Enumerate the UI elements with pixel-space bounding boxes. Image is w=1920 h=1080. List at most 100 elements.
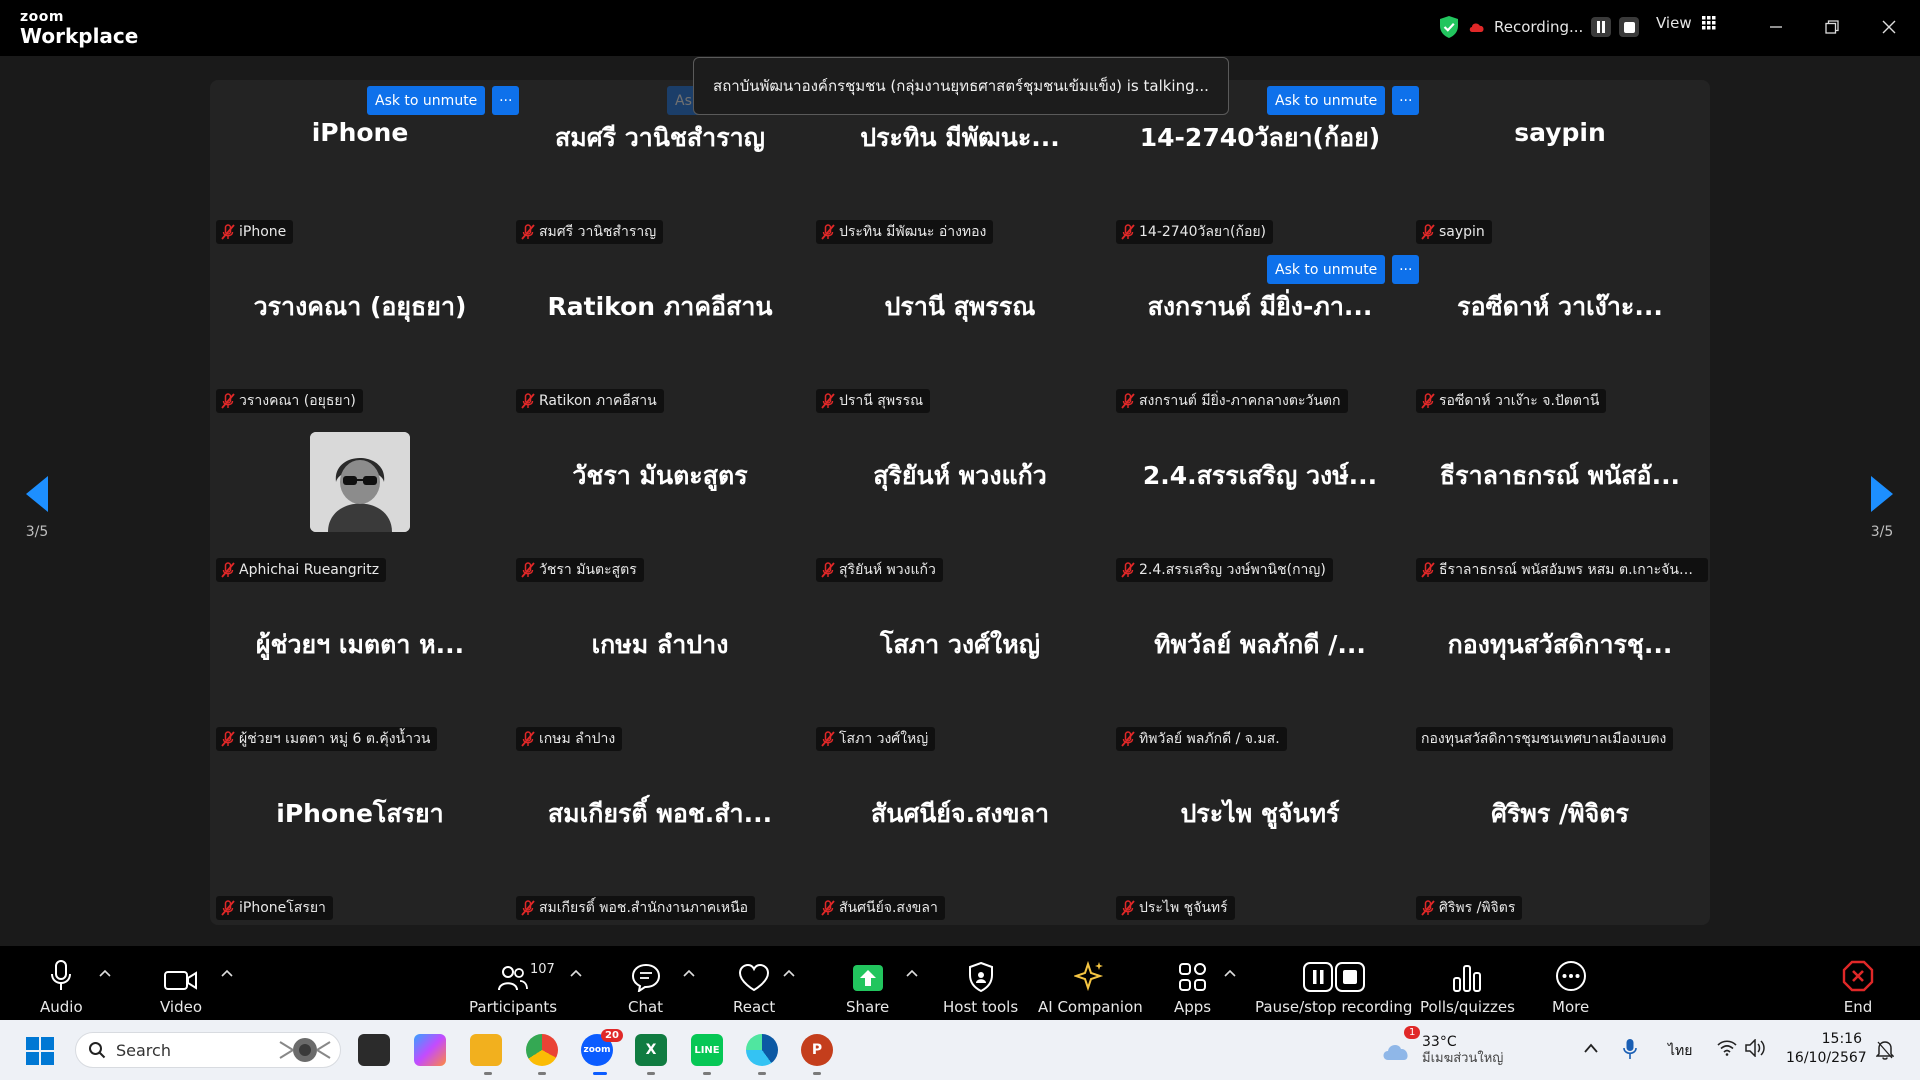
participant-tile[interactable]: ปรานี สุพรรณ ปรานี สุพรรณ xyxy=(810,249,1110,418)
excel-icon[interactable]: X xyxy=(635,1034,667,1066)
cloud-recording-icon xyxy=(1469,23,1484,32)
participant-tile[interactable]: ประไพ ชูจันทร์ ประไพ ชูจันทร์ xyxy=(1110,756,1410,925)
powerpoint-icon[interactable]: P xyxy=(801,1034,833,1066)
ask-to-unmute-group: Ask to unmute ··· xyxy=(367,86,520,115)
participant-name: สันศนีย์จ.สงขลา xyxy=(839,900,938,916)
file-explorer-icon[interactable] xyxy=(470,1034,502,1066)
participant-display-name: iPhone xyxy=(311,118,409,147)
participant-tile[interactable]: เกษม ลำปาง เกษม ลำปาง xyxy=(510,587,810,756)
participant-display-name: วรางคณา (อยุธยา) xyxy=(253,292,467,321)
participant-tile[interactable]: 2.4.สรรเสริญ วงษ์... 2.4.สรรเสริญ วงษ์พาน… xyxy=(1110,418,1410,587)
minimize-button[interactable] xyxy=(1761,12,1791,42)
running-indicator xyxy=(484,1072,492,1075)
video-options-chevron-up-icon[interactable] xyxy=(220,968,234,978)
participant-name: saypin xyxy=(1439,224,1485,240)
meeting-toolbar: Audio Video Participants 107 Chat React … xyxy=(0,946,1920,1020)
participant-display-name: โสภา วงศ์ใหญ่ xyxy=(879,630,1040,659)
participant-tile[interactable]: กองทุนสวัสดิการชุ... กองทุนสวัสดิการชุมชน… xyxy=(1410,587,1710,756)
taskbar-search-input[interactable]: Search xyxy=(75,1032,341,1068)
participant-tile[interactable]: วัชรา มันตะสูตร วัชรา มันตะสูตร xyxy=(510,418,810,587)
sparkle-icon xyxy=(1074,960,1104,992)
share-button[interactable]: Share xyxy=(846,956,889,1016)
speaker-volume-icon[interactable] xyxy=(1745,1039,1767,1057)
system-clock[interactable]: 15:16 16/10/2567 xyxy=(1786,1030,1867,1068)
participant-name: ประไพ ชูจันทร์ xyxy=(1139,900,1228,916)
participant-tile[interactable]: Aphichai Rueangritz xyxy=(210,418,510,587)
title-bar: zoom Workplace Recording... View xyxy=(0,0,1920,56)
more-options-button[interactable]: ··· xyxy=(492,86,520,115)
chevron-up-icon[interactable] xyxy=(1583,1042,1599,1054)
participant-tile[interactable]: ศิริพร /พิจิตร ศิริพร /พิจิตร xyxy=(1410,756,1710,925)
host-tools-button[interactable]: Host tools xyxy=(943,956,1018,1016)
zoom-app-icon[interactable]: zoom 20 xyxy=(581,1029,623,1066)
chat-options-chevron-up-icon[interactable] xyxy=(682,968,696,978)
edge-icon[interactable] xyxy=(746,1034,778,1066)
pause-recording-button[interactable] xyxy=(1591,17,1612,37)
next-page-button[interactable]: 3/5 xyxy=(1857,476,1907,540)
participant-tile[interactable]: ทิพวัลย์ พลภักดี /... ทิพวัลย์ พลภักดี / … xyxy=(1110,587,1410,756)
audio-button[interactable]: Audio xyxy=(40,956,83,1016)
pause-icon xyxy=(1597,21,1606,33)
participant-tile[interactable]: สมเกียรติ์ พอช.สำ... สมเกียรติ์ พอช.สำนัก… xyxy=(510,756,810,925)
chrome-icon[interactable] xyxy=(526,1034,558,1066)
chat-bubble-icon xyxy=(631,963,660,992)
apps-options-chevron-up-icon[interactable] xyxy=(1223,968,1237,978)
previous-page-button[interactable]: 3/5 xyxy=(12,476,62,540)
microphone-in-use-icon[interactable] xyxy=(1623,1038,1637,1060)
participant-display-name: saypin xyxy=(1514,118,1606,147)
react-options-chevron-up-icon[interactable] xyxy=(782,968,796,978)
audio-options-chevron-up-icon[interactable] xyxy=(98,968,112,978)
share-screen-icon xyxy=(852,965,883,991)
participant-name: ธีราลาธกรณ์ พนัสอัมพร หสม ต.เกาะจันทร์ /… xyxy=(1439,562,1701,578)
share-options-chevron-up-icon[interactable] xyxy=(905,968,919,978)
line-app-icon[interactable]: LINE xyxy=(691,1034,723,1066)
task-view-icon[interactable] xyxy=(358,1034,390,1066)
chat-button[interactable]: Chat xyxy=(628,956,663,1016)
windows-start-icon[interactable] xyxy=(26,1037,54,1065)
polls-quizzes-button[interactable]: Polls/quizzes xyxy=(1420,956,1515,1016)
participant-tile[interactable]: ธีราลาธกรณ์ พนัสอั... ธีราลาธกรณ์ พนัสอัม… xyxy=(1410,418,1710,587)
participants-options-chevron-up-icon[interactable] xyxy=(569,968,583,978)
video-button[interactable]: Video xyxy=(160,956,202,1016)
gallery-view: iPhone iPhone สมศรี วานิชสำราญ สมศรี วานิชส… xyxy=(210,80,1710,925)
input-language-indicator[interactable]: ไทย xyxy=(1668,1040,1692,1062)
participant-tile[interactable]: Ratikon ภาคอีสาน Ratikon ภาคอีสาน xyxy=(510,249,810,418)
participant-name-tag: กองทุนสวัสดิการชุมชนเทศบาลเมืองเบตง xyxy=(1416,727,1674,751)
participant-tile[interactable]: iPhoneโสรยา iPhoneโสรยา xyxy=(210,756,510,925)
ai-companion-button[interactable]: AI Companion xyxy=(1038,956,1143,1016)
participant-tile[interactable]: โสภา วงศ์ใหญ่ โสภา วงศ์ใหญ่ xyxy=(810,587,1110,756)
zoom-notification-badge: 20 xyxy=(601,1029,623,1042)
close-button[interactable] xyxy=(1874,12,1904,42)
shield-icon xyxy=(968,962,993,992)
more-options-button[interactable]: ··· xyxy=(1392,255,1420,284)
participant-name-tag: ปรานี สุพรรณ xyxy=(816,389,931,413)
pause-stop-recording-button[interactable]: Pause/stop recording xyxy=(1255,956,1412,1016)
copilot-icon[interactable] xyxy=(414,1034,446,1066)
participant-tile[interactable]: สุริยันห์ พวงแก้ว สุริยันห์ พวงแก้ว xyxy=(810,418,1110,587)
participant-tile[interactable]: สันศนีย์จ.สงขลา สันศนีย์จ.สงขลา xyxy=(810,756,1110,925)
stop-recording-button[interactable] xyxy=(1619,17,1640,37)
restore-button[interactable] xyxy=(1817,12,1847,42)
video-label: Video xyxy=(160,998,203,1016)
notification-bell-icon[interactable] xyxy=(1876,1040,1894,1060)
end-meeting-button[interactable]: End xyxy=(1842,956,1874,1016)
participant-tile[interactable]: ผู้ช่วยฯ เมตตา ห... ผู้ช่วยฯ เมตตา หมู่ 6… xyxy=(210,587,510,756)
participant-display-name: Ratikon ภาคอีสาน xyxy=(547,292,773,321)
participant-name-tag: วัชรา มันตะสูตร xyxy=(516,558,644,582)
view-button[interactable]: View xyxy=(1656,14,1716,32)
more-options-button[interactable]: ··· xyxy=(1392,86,1420,115)
wifi-icon[interactable] xyxy=(1717,1040,1737,1056)
ask-to-unmute-button[interactable]: Ask to unmute xyxy=(367,86,486,115)
participant-name: iPhoneโสรยา xyxy=(239,900,326,916)
weather-widget[interactable]: 1 33°C มีเมฆส่วนใหญ่ xyxy=(1380,1020,1503,1080)
more-button[interactable]: More xyxy=(1552,956,1589,1016)
react-button[interactable]: React xyxy=(733,956,775,1016)
participant-tile[interactable]: วรางคณา (อยุธยา) วรางคณา (อยุธยา) xyxy=(210,249,510,418)
ask-to-unmute-button[interactable]: Ask to unmute xyxy=(1267,255,1386,284)
mic-muted-icon xyxy=(1421,900,1435,916)
participant-tile[interactable]: saypin saypin xyxy=(1410,80,1710,249)
participant-name: ประทิน มีพัฒนะ อ่างทอง xyxy=(839,224,987,240)
apps-button[interactable]: Apps xyxy=(1174,956,1211,1016)
participant-tile[interactable]: รอซีดาห์ วาเง๊าะ... รอซีดาห์ วาเง๊าะ จ.ปั… xyxy=(1410,249,1710,418)
ask-to-unmute-button[interactable]: Ask to unmute xyxy=(1267,86,1386,115)
